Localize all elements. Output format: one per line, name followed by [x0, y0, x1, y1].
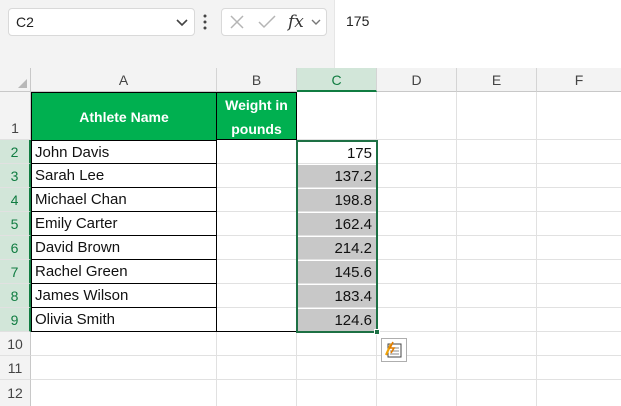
cancel-icon[interactable]	[229, 14, 245, 30]
fx-icon[interactable]: fx	[288, 12, 304, 32]
table-cell-name[interactable]: John Davis	[31, 140, 217, 164]
gridline	[31, 379, 621, 380]
table-cell-name[interactable]: Sarah Lee	[31, 164, 217, 188]
table-cell-weight[interactable]: 175	[298, 142, 376, 164]
table-cell-weight[interactable]: 214.2	[298, 237, 376, 259]
fill-handle[interactable]	[374, 329, 380, 335]
header-cell-weight[interactable]: Weight in pounds	[217, 92, 297, 140]
table-cell-name[interactable]: Rachel Green	[31, 260, 217, 284]
table-cell-weight[interactable]: 162.4	[298, 213, 376, 235]
row-header-4[interactable]: 4	[0, 188, 31, 212]
row-header-7[interactable]: 7	[0, 260, 31, 284]
row-header-2[interactable]: 2	[0, 140, 31, 164]
table-cell-name[interactable]: Olivia Smith	[31, 308, 217, 332]
table-cell-weight[interactable]: 124.6	[298, 309, 376, 331]
column-header-c[interactable]: C	[297, 68, 377, 92]
formula-input[interactable]: 175	[334, 0, 621, 68]
column-header-d[interactable]: D	[377, 68, 457, 92]
table-cell-name[interactable]: Emily Carter	[31, 212, 217, 236]
formula-controls: fx	[221, 8, 327, 36]
row-header-8[interactable]: 8	[0, 284, 31, 308]
gridline	[31, 355, 621, 356]
select-all-button[interactable]	[0, 68, 31, 92]
column-header-a[interactable]: A	[31, 68, 217, 92]
quick-analysis-icon	[384, 341, 402, 358]
name-box-value[interactable]: C2	[16, 14, 34, 30]
table-cell-name[interactable]: David Brown	[31, 236, 217, 260]
table-cell-weight[interactable]: 137.2	[298, 165, 376, 187]
name-box[interactable]: C2	[8, 8, 195, 36]
column-header-f[interactable]: F	[537, 68, 621, 92]
header-cell-athlete-name[interactable]: Athlete Name	[31, 92, 217, 140]
row-header-12[interactable]: 12	[0, 380, 31, 406]
table-cell-weight[interactable]: 183.4	[298, 285, 376, 307]
column-header-b[interactable]: B	[217, 68, 297, 92]
row-header-3[interactable]: 3	[0, 164, 31, 188]
select-all-triangle	[18, 79, 27, 88]
column-header-e[interactable]: E	[457, 68, 537, 92]
formula-value[interactable]: 175	[346, 13, 369, 29]
row-header-9[interactable]: 9	[0, 308, 31, 332]
table-cell-name[interactable]: Michael Chan	[31, 188, 217, 212]
weight-column-b[interactable]	[216, 139, 297, 332]
formula-bar: C2 fx 175	[0, 0, 621, 68]
more-vertical-icon[interactable]	[202, 12, 208, 32]
chevron-down-icon[interactable]	[310, 16, 322, 28]
worksheet-grid[interactable]: A B C D E F 1 2 3 4 5 6 7 8 9 10 11 12 A…	[0, 68, 621, 406]
row-header-6[interactable]: 6	[0, 236, 31, 260]
row-header-10[interactable]: 10	[0, 332, 31, 356]
row-header-11[interactable]: 11	[0, 356, 31, 380]
chevron-down-icon[interactable]	[173, 15, 191, 31]
row-header-5[interactable]: 5	[0, 212, 31, 236]
quick-analysis-button[interactable]	[381, 338, 407, 362]
table-cell-weight[interactable]: 198.8	[298, 189, 376, 211]
row-header-1[interactable]: 1	[0, 92, 31, 140]
table-cell-weight[interactable]: 145.6	[298, 261, 376, 283]
table-cell-name[interactable]: James Wilson	[31, 284, 217, 308]
enter-check-icon[interactable]	[257, 14, 277, 30]
